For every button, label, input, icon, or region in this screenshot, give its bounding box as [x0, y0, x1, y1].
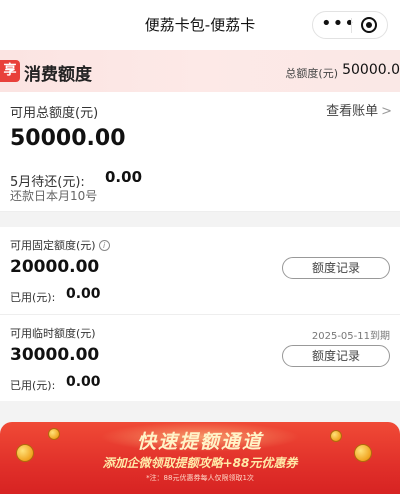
- available-total-label: 可用总额度(元): [10, 106, 99, 121]
- temporary-quota-amount: 30000.00: [10, 345, 100, 365]
- view-bill-link[interactable]: 查看账单 >: [326, 100, 392, 119]
- view-bill-label: 查看账单: [326, 104, 379, 119]
- more-dots-icon[interactable]: •••: [321, 15, 355, 35]
- quota-header-band: 享 消费额度 总额度(元) 50000.0: [0, 50, 400, 92]
- fixed-quota-label: 可用固定额度(元): [10, 239, 96, 252]
- temporary-expiry-date: 2025-05-11到期: [311, 331, 390, 342]
- available-summary-card: 可用总额度(元) 查看账单 > 50000.00 5月待还(元): 0.00 还款…: [0, 92, 400, 212]
- quota-boost-banner[interactable]: 快速提额通道 添加企微领取提额攻略+88元优惠券 *注：88元优惠券每人仅限领取…: [0, 422, 400, 494]
- banner-headline: 快速提额通道: [136, 431, 263, 453]
- temporary-quota-record-button[interactable]: 额度记录: [282, 345, 390, 367]
- fixed-quota-record-button[interactable]: 额度记录: [282, 257, 390, 279]
- top-navbar: 便荔卡包-便荔卡 •••: [0, 0, 400, 50]
- total-quota-value: 50000.0: [342, 62, 400, 78]
- banner-subline: 添加企微领取提额攻略+88元优惠券: [102, 456, 298, 470]
- fixed-quota-label-row: 可用固定额度(元) i: [10, 237, 110, 253]
- fixed-quota-amount: 20000.00: [10, 257, 100, 277]
- available-total-amount: 50000.00: [10, 126, 126, 151]
- miniapp-capsule: •••: [312, 11, 388, 39]
- repayment-date: 还款日本月10号: [10, 189, 98, 203]
- temporary-used-label: 已用(元):: [10, 379, 56, 392]
- banner-note: *注：88元优惠券每人仅限领取1次: [146, 474, 254, 482]
- chevron-right-icon: >: [381, 104, 392, 119]
- target-close-icon[interactable]: [361, 17, 377, 33]
- fixed-quota-card: 可用固定额度(元) i 20000.00 已用(元): 0.00 额度记录: [0, 227, 400, 314]
- total-quota-label: 总额度(元): [285, 67, 338, 80]
- due-value: 0.00: [105, 168, 143, 186]
- info-icon[interactable]: i: [98, 240, 110, 251]
- fixed-used-label: 已用(元):: [10, 291, 56, 304]
- fixed-used-value: 0.00: [66, 286, 101, 302]
- temporary-quota-label: 可用临时额度(元): [10, 327, 96, 340]
- temporary-used-value: 0.00: [66, 374, 101, 390]
- brand-icon: 享: [0, 60, 20, 82]
- section-heading: 消费额度: [24, 65, 92, 85]
- capsule-divider: [351, 18, 352, 33]
- temporary-quota-card: 可用临时额度(元) 2025-05-11到期 30000.00 已用(元): 0…: [0, 314, 400, 401]
